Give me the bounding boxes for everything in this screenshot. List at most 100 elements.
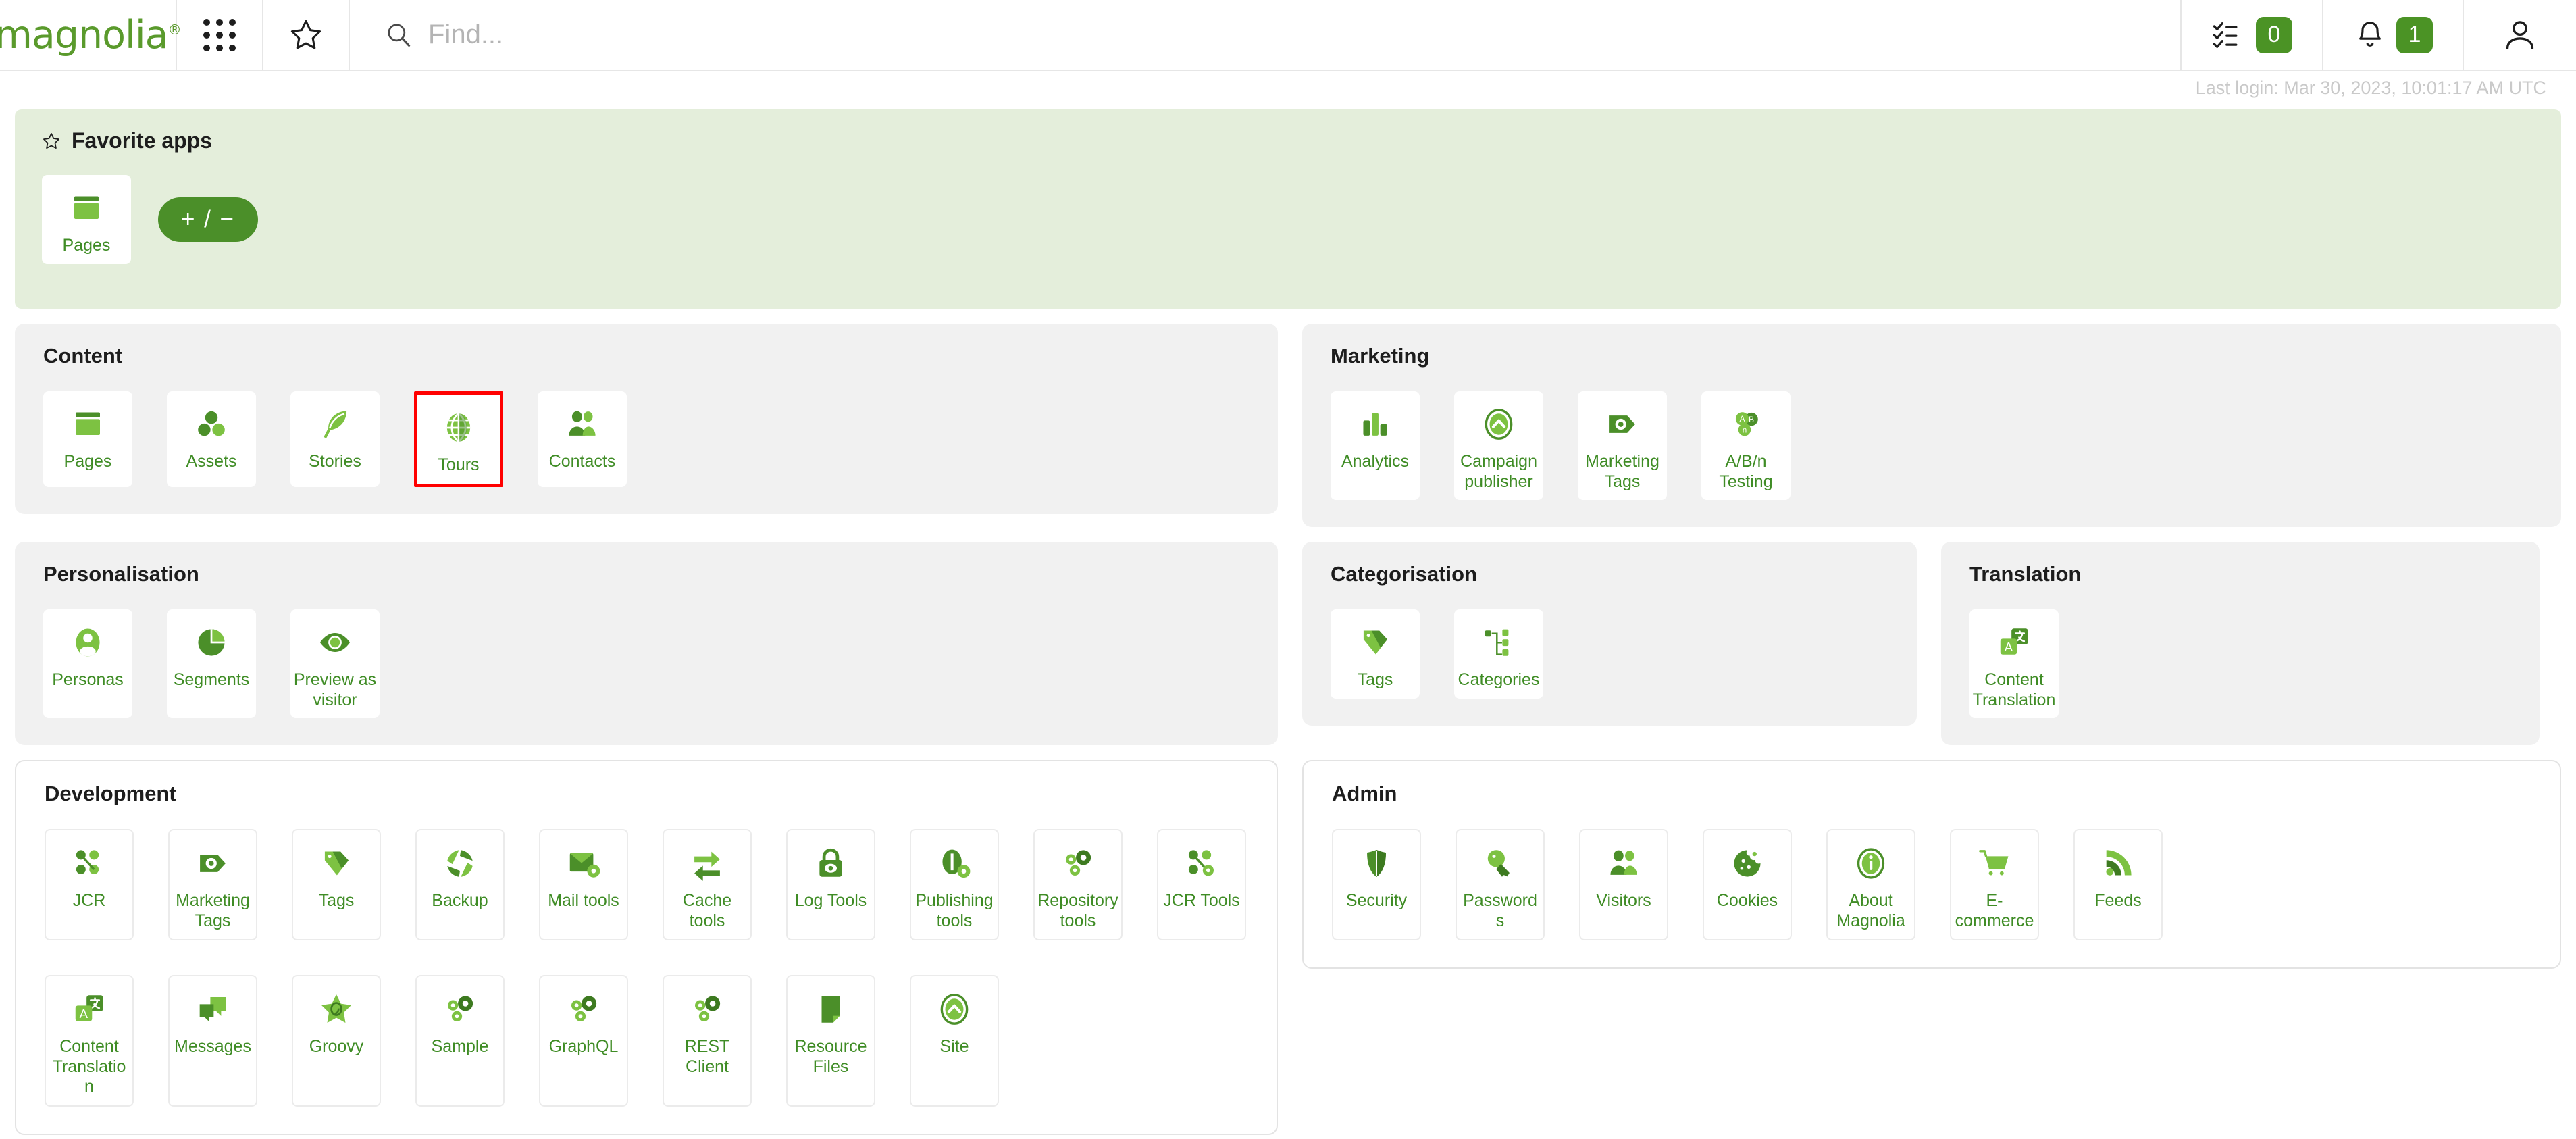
section-row-2: Personalisation Personas Segments Previe… xyxy=(15,542,2561,745)
tile-label: Repository tools xyxy=(1037,891,1118,930)
panel-title: Categorisation xyxy=(1331,562,1478,586)
panel-categorisation: Categorisation Tags Categories xyxy=(1302,542,1917,726)
app-tile-messages[interactable]: Messages xyxy=(168,975,257,1107)
star-icon xyxy=(290,20,321,49)
app-tile-mail-tools[interactable]: Mail tools xyxy=(539,829,628,940)
tile-label: REST Client xyxy=(684,1037,730,1076)
search-input[interactable]: Find... xyxy=(428,20,503,50)
gears-icon xyxy=(695,996,721,1021)
apps-grid-button[interactable] xyxy=(177,0,263,70)
app-tile-content-translation-dev[interactable]: A Content Translation xyxy=(45,975,134,1107)
tile-label: Segments xyxy=(173,670,250,689)
app-tile-site[interactable]: Site xyxy=(910,975,999,1107)
contacts-people-icon xyxy=(569,411,596,436)
app-tile-sample[interactable]: Sample xyxy=(415,975,505,1107)
favorite-app-tile-pages[interactable]: Pages xyxy=(42,175,131,264)
tasks-button[interactable]: 0 xyxy=(2180,0,2322,70)
cookies-icon xyxy=(1734,850,1761,877)
personas-icon xyxy=(76,628,100,657)
preview-eye-icon xyxy=(319,633,351,652)
tasks-checklist-icon xyxy=(2213,22,2238,48)
app-tile-groovy[interactable]: Groovy xyxy=(292,975,381,1107)
app-tile-assets[interactable]: Assets xyxy=(167,391,256,487)
favorite-apps-list: Pages + / − xyxy=(42,175,2534,264)
top-header-bar: magnolia® Find... 0 1 xyxy=(0,0,2576,71)
tile-label: Categories xyxy=(1458,670,1540,689)
marketing-tags-icon xyxy=(1609,415,1635,433)
user-menu-button[interactable] xyxy=(2463,0,2576,70)
gears-icon xyxy=(571,996,597,1021)
panel-title: Content xyxy=(43,344,123,368)
svg-text:A: A xyxy=(2005,640,2013,654)
segments-pie-icon xyxy=(198,629,225,656)
app-tile-campaign-publisher[interactable]: Campaign publisher xyxy=(1454,391,1543,500)
tile-label: Content Translation xyxy=(52,1037,126,1096)
user-avatar-icon xyxy=(2506,20,2534,49)
search-bar[interactable]: Find... xyxy=(350,0,2180,70)
tile-label: Pages xyxy=(62,236,111,255)
tag-icon xyxy=(324,851,349,876)
app-tile-abn-testing[interactable]: B A n A/B/n Testing xyxy=(1701,391,1791,500)
app-tile-jcr-tools[interactable]: JCR Tools xyxy=(1157,829,1246,940)
app-tile-tags[interactable]: Tags xyxy=(1331,609,1420,699)
edit-favorites-button[interactable]: + / − xyxy=(158,197,259,242)
app-tile-jcr[interactable]: JCR xyxy=(45,829,134,940)
tile-label: Groovy xyxy=(309,1037,364,1056)
panel-tiles: Analytics Campaign publisher Marketing T… xyxy=(1331,391,2533,500)
translation-icon: A xyxy=(75,995,103,1021)
app-tile-about-magnolia[interactable]: About Magnolia xyxy=(1826,829,1915,940)
app-tile-segments[interactable]: Segments xyxy=(167,609,256,718)
about-info-icon xyxy=(1857,848,1885,879)
app-tile-cache-tools[interactable]: Cache tools xyxy=(663,829,752,940)
section-row-3: Development JCR Marketing Tags Tags Back… xyxy=(15,760,2561,1135)
panel-title: Personalisation xyxy=(43,562,199,586)
favorites-button[interactable] xyxy=(263,0,350,70)
app-tile-resource-files[interactable]: Resource Files xyxy=(786,975,875,1107)
tile-label: Passwords xyxy=(1463,891,1537,930)
app-tile-categories[interactable]: Categories xyxy=(1454,609,1543,699)
app-tile-contacts[interactable]: Contacts xyxy=(538,391,627,487)
tile-label: Feeds xyxy=(2094,891,2142,910)
tile-label: Site xyxy=(939,1037,969,1056)
app-tile-passwords[interactable]: Passwords xyxy=(1456,829,1545,940)
app-tile-repository-tools[interactable]: Repository tools xyxy=(1033,829,1123,940)
app-tile-analytics[interactable]: Analytics xyxy=(1331,391,1420,500)
ecommerce-cart-icon xyxy=(1979,850,2009,876)
app-tile-backup[interactable]: Backup xyxy=(415,829,505,940)
app-tile-graphql[interactable]: GraphQL xyxy=(539,975,628,1107)
app-tile-marketing-tags[interactable]: Marketing Tags xyxy=(1578,391,1667,500)
tile-label: Preview as visitor xyxy=(293,670,377,709)
tile-label: Analytics xyxy=(1341,452,1410,471)
tile-label: Tags xyxy=(318,891,355,910)
app-tile-pages[interactable]: Pages xyxy=(43,391,132,487)
tile-label: Visitors xyxy=(1596,891,1651,910)
app-tile-marketing-tags-dev[interactable]: Marketing Tags xyxy=(168,829,257,940)
app-tile-cookies[interactable]: Cookies xyxy=(1703,829,1792,940)
app-tile-ecommerce[interactable]: E-commerce xyxy=(1950,829,2039,940)
app-tile-tags-dev[interactable]: Tags xyxy=(292,829,381,940)
notifications-button[interactable]: 1 xyxy=(2322,0,2463,70)
app-tile-preview-as-visitor[interactable]: Preview as visitor xyxy=(290,609,380,718)
app-tile-feeds[interactable]: Feeds xyxy=(2073,829,2163,940)
tile-label: Marketing Tags xyxy=(1585,452,1659,491)
app-tile-tours[interactable]: Tours xyxy=(414,391,503,487)
tile-label: JCR Tools xyxy=(1163,891,1240,910)
app-tile-publishing-tools[interactable]: Publishing tools xyxy=(910,829,999,940)
visitors-icon xyxy=(1610,850,1637,875)
panel-tiles: Security Passwords Visitors Cookies Abou… xyxy=(1332,829,2531,940)
app-tile-personas[interactable]: Personas xyxy=(43,609,132,718)
panel-tiles: Personas Segments Preview as visitor xyxy=(43,609,1250,718)
app-tile-visitors[interactable]: Visitors xyxy=(1579,829,1668,940)
app-tile-log-tools[interactable]: Log Tools xyxy=(786,829,875,940)
tile-label: Cache tools xyxy=(682,891,732,930)
panel-content: Content Pages Assets Stories Tours Conta… xyxy=(15,324,1278,514)
app-tile-content-translation[interactable]: A Content Translation xyxy=(1969,609,2059,718)
categories-tree-icon xyxy=(1485,629,1509,656)
tile-label: About Magnolia xyxy=(1836,891,1905,930)
translation-icon: A xyxy=(2000,628,2028,655)
app-tile-stories[interactable]: Stories xyxy=(290,391,380,487)
app-tile-security[interactable]: Security xyxy=(1332,829,1421,940)
app-tile-rest-client[interactable]: REST Client xyxy=(663,975,752,1107)
magnolia-logo[interactable]: magnolia® xyxy=(0,0,182,70)
tasks-count-badge: 0 xyxy=(2256,16,2292,53)
